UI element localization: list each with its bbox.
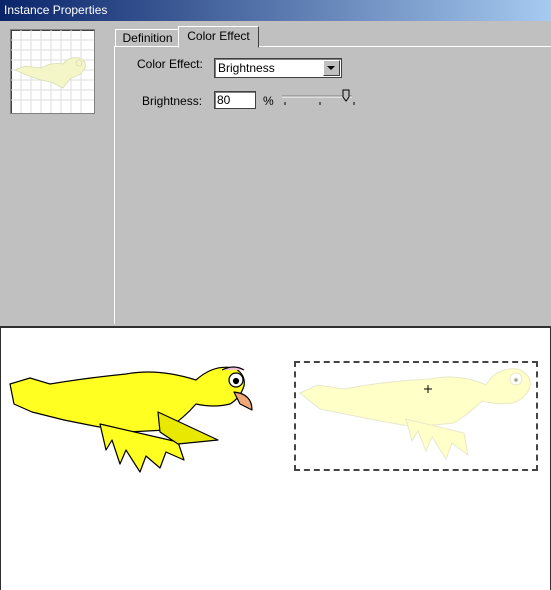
tab-definition-label: Definition [122,31,173,45]
bird-brightness-instance[interactable] [296,363,536,469]
tab-color-effect[interactable]: Color Effect [178,26,259,48]
symbol-preview [10,29,95,114]
bird-original[interactable] [8,360,258,480]
dropdown-arrow-icon[interactable] [323,60,340,76]
brightness-input[interactable] [214,91,256,109]
tab-color-effect-label: Color Effect [187,29,250,43]
preview-bird-image [11,30,94,113]
color-effect-label: Color Effect: [137,57,203,71]
tab-definition[interactable]: Definition [115,29,180,46]
instance-properties-dialog: Instance Properties Definition Color Eff… [0,0,551,326]
color-effect-selected-value: Brightness [218,61,275,75]
color-effect-dropdown[interactable]: Brightness [214,58,342,78]
slider-thumb[interactable] [342,89,350,102]
brightness-unit: % [263,94,274,108]
title-bar[interactable]: Instance Properties [0,0,551,21]
brightness-label: Brightness: [142,94,203,108]
brightness-slider[interactable] [280,88,360,110]
window-title: Instance Properties [4,3,108,17]
